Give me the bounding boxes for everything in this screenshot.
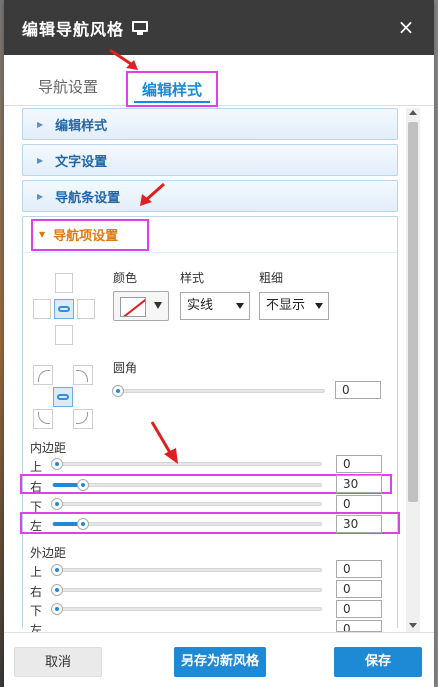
padding-label: 内边距 xyxy=(30,441,67,455)
corner-link-toggle[interactable] xyxy=(53,387,73,407)
highlight-box: ▼ 导航项设置 xyxy=(31,218,149,251)
margin-bottom-label: 下 xyxy=(30,604,43,618)
accordion-text-settings[interactable]: ▶ 文字设置 xyxy=(22,144,398,176)
border-link-toggle[interactable] xyxy=(54,299,74,319)
accordion-label: 导航条设置 xyxy=(55,190,121,206)
margin-bottom-slider-knob[interactable] xyxy=(51,603,63,615)
accordion-label: 文字设置 xyxy=(55,154,108,170)
cancel-button[interactable]: 取消 xyxy=(14,647,102,677)
padding-top-slider-knob[interactable] xyxy=(51,458,63,470)
border-color-label: 颜色 xyxy=(113,271,138,285)
margin-label: 外边距 xyxy=(30,546,67,560)
margin-right-slider[interactable] xyxy=(51,584,322,596)
radius-label: 圆角 xyxy=(113,361,138,375)
close-icon[interactable]: × xyxy=(396,17,416,37)
chevron-right-icon: ▶ xyxy=(37,155,44,165)
scroll-down-icon[interactable] xyxy=(409,623,417,628)
panel-scrollbar[interactable] xyxy=(406,108,420,632)
margin-top-slider[interactable] xyxy=(51,564,322,576)
padding-right-input[interactable]: 30 xyxy=(336,475,382,493)
tab-bar: 导航设置 编辑样式 xyxy=(4,71,434,107)
caret-down-icon xyxy=(236,303,244,309)
annotation-arrow-icon xyxy=(140,182,165,206)
border-top-selector[interactable] xyxy=(55,273,73,293)
margin-top-slider-knob[interactable] xyxy=(51,564,63,576)
radius-input[interactable]: 0 xyxy=(335,381,381,399)
caret-down-icon xyxy=(315,303,323,309)
radius-slider[interactable] xyxy=(112,385,325,397)
padding-right-slider-knob[interactable] xyxy=(77,479,89,491)
padding-top-slider[interactable] xyxy=(51,458,322,470)
corner-bottom-left-selector[interactable] xyxy=(33,409,53,429)
radius-slider-knob[interactable] xyxy=(112,385,124,397)
link-icon xyxy=(58,306,70,312)
corner-top-left-selector[interactable] xyxy=(33,365,53,385)
padding-right-label: 右 xyxy=(30,480,43,494)
annotation-arrow-icon xyxy=(150,421,178,464)
border-width-value: 不显示 xyxy=(266,298,306,313)
padding-bottom-slider-knob[interactable] xyxy=(51,498,63,510)
border-style-select[interactable]: 实线 xyxy=(180,292,250,320)
active-tab-underline xyxy=(134,101,210,103)
save-button[interactable]: 保存 xyxy=(334,647,422,677)
padding-left-label: 左 xyxy=(30,519,43,533)
border-width-label: 粗细 xyxy=(259,271,284,285)
border-style-value: 实线 xyxy=(187,298,214,313)
padding-top-input[interactable]: 0 xyxy=(336,455,382,473)
caret-down-icon xyxy=(154,302,162,309)
margin-top-input[interactable]: 0 xyxy=(336,560,382,578)
border-style-label: 样式 xyxy=(180,271,205,285)
accordion-edit-style[interactable]: ▶ 编辑样式 xyxy=(22,108,398,140)
corner-bottom-right-selector[interactable] xyxy=(73,409,93,429)
tab-nav-settings[interactable]: 导航设置 xyxy=(38,76,98,97)
margin-left-label: 左 xyxy=(30,623,43,632)
chevron-right-icon: ▶ xyxy=(37,191,44,201)
tab-edit-style[interactable]: 编辑样式 xyxy=(126,71,218,107)
padding-left-slider[interactable] xyxy=(52,518,322,530)
corner-top-right-selector[interactable] xyxy=(73,365,93,385)
save-as-new-style-button[interactable]: 另存为新风格 xyxy=(174,647,266,677)
no-color-swatch-icon xyxy=(120,297,146,317)
accordion-label: 编辑样式 xyxy=(55,118,108,134)
padding-bottom-slider[interactable] xyxy=(51,498,322,510)
accordion-navbar-settings[interactable]: ▶ 导航条设置 xyxy=(22,180,398,212)
chevron-right-icon: ▶ xyxy=(37,119,44,129)
margin-right-slider-knob[interactable] xyxy=(51,584,63,596)
accordion-label: 导航项设置 xyxy=(53,229,119,244)
border-right-selector[interactable] xyxy=(77,299,95,319)
edit-nav-style-dialog: 编辑导航风格 × 导航设置 编辑样式 ▶ 编辑样式 ▶ 文字设置 ▶ 导航条设置 xyxy=(4,0,434,687)
padding-right-slider-fill xyxy=(53,483,79,487)
padding-bottom-input[interactable]: 0 xyxy=(336,495,382,513)
padding-left-slider-fill xyxy=(53,522,79,526)
margin-bottom-input[interactable]: 0 xyxy=(336,600,382,618)
margin-top-label: 上 xyxy=(30,565,43,579)
border-width-select[interactable]: 不显示 xyxy=(259,292,329,320)
margin-right-input[interactable]: 0 xyxy=(336,580,382,598)
scrollbar-thumb[interactable] xyxy=(408,122,418,502)
link-icon xyxy=(57,394,69,400)
border-bottom-selector[interactable] xyxy=(55,325,73,345)
margin-left-input[interactable]: 0 xyxy=(336,620,382,632)
dialog-footer: 取消 另存为新风格 保存 xyxy=(4,632,434,687)
border-left-selector[interactable] xyxy=(33,299,51,319)
settings-panel: ▶ 编辑样式 ▶ 文字设置 ▶ 导航条设置 ▼ 导航项设置 颜色 样式 粗细 实… xyxy=(22,108,398,628)
padding-top-label: 上 xyxy=(30,460,43,474)
padding-right-slider[interactable] xyxy=(52,479,322,491)
monitor-icon xyxy=(132,20,149,35)
dialog-titlebar: 编辑导航风格 × xyxy=(4,0,434,55)
dialog-title: 编辑导航风格 xyxy=(22,19,125,39)
chevron-down-icon: ▼ xyxy=(39,230,46,239)
padding-left-slider-knob[interactable] xyxy=(77,518,89,530)
border-color-picker[interactable] xyxy=(113,291,169,321)
tab-edit-style-label: 编辑样式 xyxy=(141,81,202,99)
margin-right-label: 右 xyxy=(30,585,43,599)
accordion-open-header[interactable]: ▼ 导航项设置 xyxy=(23,217,397,253)
scroll-up-icon[interactable] xyxy=(409,110,417,115)
padding-left-input[interactable]: 30 xyxy=(336,515,382,533)
margin-bottom-slider[interactable] xyxy=(51,603,322,615)
